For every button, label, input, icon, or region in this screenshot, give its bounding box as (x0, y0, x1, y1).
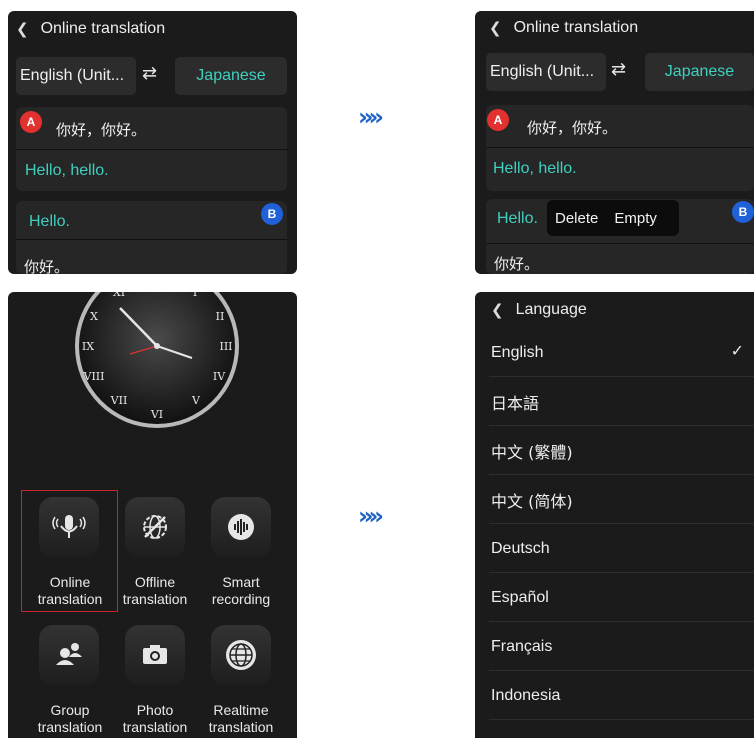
speaker-a-badge: A (487, 109, 509, 131)
language-item-chinese-simplified[interactable]: 中文 (简体) (475, 475, 754, 524)
group-translation-label: Group translation (37, 702, 103, 735)
message-b-translation: 你好。 (494, 255, 540, 273)
divider (486, 243, 754, 244)
translation-screen-before: ❮ Online translation English (Unit... ⇄ … (8, 11, 297, 274)
language-label: 中文 (繁體) (491, 442, 573, 462)
svg-text:II: II (216, 310, 225, 323)
context-menu: Delete Empty (547, 200, 679, 236)
source-language-label: English (Unit... (490, 63, 595, 80)
language-screen: ❮ Language English ✓ 日本語 中文 (繁體) 中文 (简体)… (475, 292, 754, 738)
camera-icon (143, 645, 167, 664)
language-label: Français (491, 637, 553, 655)
home-screen: XII I II III IV V VI VII VIII IX X XI On… (8, 292, 297, 738)
source-language-selector[interactable]: English (Unit... (16, 57, 136, 95)
target-language-selector[interactable]: Japanese (175, 57, 287, 95)
target-language-label: Japanese (196, 67, 266, 84)
arrow-right-icon: »» (358, 502, 384, 530)
target-language-label: Japanese (664, 63, 735, 80)
language-item-german[interactable]: Deutsch (475, 524, 754, 573)
target-language-selector[interactable]: Japanese (645, 53, 754, 91)
realtime-translation-app[interactable] (211, 625, 271, 685)
divider (486, 147, 754, 148)
offline-translation-app[interactable] (125, 497, 185, 557)
chevron-left-icon[interactable]: ❮ (489, 19, 502, 37)
speaker-b-badge: B (732, 201, 754, 223)
page-title: Language (515, 301, 587, 318)
svg-text:XI: XI (113, 292, 125, 299)
language-label: English (491, 343, 544, 361)
delete-menu-item[interactable]: Delete (547, 210, 606, 227)
svg-text:X: X (90, 310, 98, 323)
swap-arrows-icon[interactable]: ⇄ (142, 63, 157, 84)
svg-text:VII: VII (110, 394, 128, 407)
divider (16, 239, 287, 240)
message-a-original: 你好，你好。 (56, 121, 147, 139)
smart-recording-label: Smart recording (211, 574, 271, 607)
message-b-original: Hello. (29, 213, 70, 230)
svg-text:VI: VI (150, 408, 163, 421)
message-a-translation: Hello, hello. (493, 160, 577, 177)
language-item-french[interactable]: Français (475, 622, 754, 671)
language-label: Deutsch (491, 539, 550, 557)
empty-menu-item[interactable]: Empty (606, 210, 665, 227)
globe-off-icon (143, 515, 167, 539)
online-translation-app[interactable] (39, 497, 99, 557)
chevron-left-icon[interactable]: ❮ (16, 20, 29, 38)
language-item-japanese[interactable]: 日本語 (475, 377, 754, 426)
microphone-icon (52, 515, 86, 538)
realtime-translation-label: Realtime translation (208, 702, 274, 735)
globe-icon (226, 640, 256, 670)
language-item-english[interactable]: English ✓ (475, 328, 754, 377)
source-language-selector[interactable]: English (Unit... (486, 53, 606, 91)
divider (16, 149, 287, 150)
arrow-right-icon: »» (358, 103, 384, 131)
message-a-translation: Hello, hello. (25, 162, 109, 179)
photo-translation-label: Photo translation (122, 702, 188, 735)
svg-text:V: V (191, 394, 201, 407)
speaker-a-badge: A (20, 111, 42, 133)
header: ❮ Language (475, 292, 754, 328)
offline-translation-label: Offline translation (122, 574, 188, 607)
header: ❮ Online translation (8, 11, 297, 47)
language-label: Indonesia (491, 686, 561, 704)
speaker-b-badge: B (261, 203, 283, 225)
svg-text:IX: IX (82, 340, 94, 353)
analog-clock-icon: XII I II III IV V VI VII VIII IX X XI (75, 292, 239, 428)
language-label: 中文 (简体) (491, 491, 573, 511)
photo-translation-app[interactable] (125, 625, 185, 685)
language-item-indonesian[interactable]: Indonesia (475, 671, 754, 720)
source-language-label: English (Unit... (20, 67, 125, 84)
page-title: Online translation (513, 19, 639, 36)
chevron-left-icon[interactable]: ❮ (491, 301, 504, 319)
waveform-icon (228, 514, 254, 540)
language-label: Español (491, 588, 549, 606)
swap-arrows-icon[interactable]: ⇄ (611, 59, 626, 80)
svg-text:III: III (219, 340, 232, 353)
group-icon (56, 643, 82, 665)
language-item-chinese-traditional[interactable]: 中文 (繁體) (475, 426, 754, 475)
page-title: Online translation (40, 20, 166, 37)
header: ❮ Online translation (475, 11, 754, 45)
message-b-original: Hello. (497, 210, 538, 227)
svg-text:IV: IV (213, 370, 226, 383)
checkmark-icon: ✓ (730, 341, 744, 360)
online-translation-label: Online translation (37, 574, 103, 607)
svg-text:I: I (193, 292, 197, 299)
language-label: 日本語 (491, 393, 540, 413)
group-translation-app[interactable] (39, 625, 99, 685)
smart-recording-app[interactable] (211, 497, 271, 557)
translation-screen-after: ❮ Online translation English (Unit... ⇄ … (475, 11, 754, 274)
language-item-spanish[interactable]: Español (475, 573, 754, 622)
svg-text:VIII: VIII (83, 370, 105, 383)
message-a-original: 你好，你好。 (527, 119, 618, 137)
message-b-translation: 你好。 (24, 258, 70, 274)
